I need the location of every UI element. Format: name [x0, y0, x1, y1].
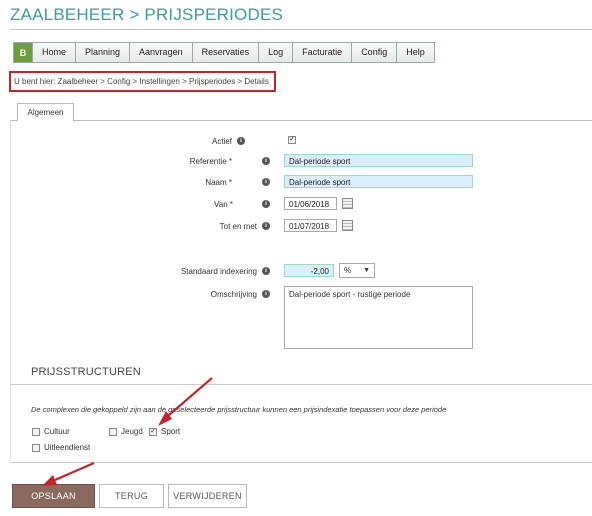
- page-title: ZAALBEHEER > PRIJSPERIODES: [10, 5, 284, 24]
- indexering-unit-select[interactable]: % ▼: [339, 263, 375, 278]
- panel-border: [10, 120, 11, 460]
- back-button[interactable]: TERUG: [99, 484, 164, 508]
- nav-item-aanvragen[interactable]: Aanvragen: [130, 43, 193, 62]
- info-icon[interactable]: i: [262, 157, 270, 165]
- cultuur-label: Cultuur: [44, 427, 70, 436]
- info-icon[interactable]: i: [237, 137, 245, 145]
- info-icon[interactable]: i: [262, 178, 270, 186]
- referentie-input[interactable]: Dal-periode sport: [284, 154, 473, 167]
- omschrijving-textarea[interactable]: Dal-periode sport - rustige periode: [284, 286, 473, 349]
- calendar-icon[interactable]: [342, 220, 353, 231]
- info-icon[interactable]: i: [262, 290, 270, 298]
- nav-item-log[interactable]: Log: [259, 43, 294, 62]
- uitleendienst-label: Uitleendienst: [44, 443, 91, 452]
- info-icon[interactable]: i: [262, 200, 270, 208]
- section-divider: [10, 384, 592, 385]
- info-icon[interactable]: i: [262, 222, 270, 230]
- nav-item-help[interactable]: Help: [397, 43, 434, 62]
- tot-date-input[interactable]: 01/07/2018: [284, 219, 337, 232]
- sport-label: Sport: [161, 427, 181, 436]
- tab-algemeen[interactable]: Algemeen: [17, 103, 74, 122]
- breadcrumb: U bent hier: Zaalbeheer > Config > Inste…: [9, 71, 276, 92]
- omschrijving-label: Omschrijving: [210, 290, 257, 299]
- referentie-label: Referentie *: [189, 157, 232, 166]
- actief-checkbox[interactable]: ✓: [288, 136, 296, 144]
- unit-value: %: [344, 266, 352, 275]
- calendar-icon[interactable]: [342, 198, 353, 209]
- jeugd-label: Jeugd: [121, 427, 143, 436]
- tab-bar: Algemeen: [10, 103, 592, 122]
- jeugd-checkbox[interactable]: [109, 428, 117, 436]
- section-title-prijsstructuren: PRIJSSTRUCTUREN: [31, 366, 141, 378]
- prijsstructuren-note: De complexen die gekoppeld zijn aan de g…: [31, 405, 447, 414]
- nav-item-facturatie[interactable]: Facturatie: [293, 43, 353, 62]
- main-nav: B Home Planning Aanvragen Reservaties Lo…: [13, 42, 435, 63]
- naam-input[interactable]: Dal-periode sport: [284, 175, 473, 188]
- indexering-label: Standaard indexering: [180, 267, 257, 276]
- nav-item-reservaties[interactable]: Reservaties: [192, 43, 260, 62]
- nav-item-config[interactable]: Config: [352, 43, 398, 62]
- info-icon[interactable]: i: [262, 267, 270, 275]
- delete-button[interactable]: VERWIJDEREN: [168, 484, 247, 508]
- naam-label: Naam *: [205, 178, 232, 187]
- uitleendienst-checkbox[interactable]: [32, 444, 40, 452]
- sport-checkbox[interactable]: ✓: [149, 428, 157, 436]
- title-divider: [10, 29, 592, 30]
- footer-divider: [10, 462, 592, 463]
- save-button[interactable]: OPSLAAN: [12, 484, 95, 508]
- indexering-input[interactable]: -2,00: [284, 264, 334, 277]
- van-label: Van *: [214, 200, 233, 209]
- van-date-input[interactable]: 01/06/2018: [284, 197, 337, 210]
- app-logo-icon[interactable]: B: [14, 43, 33, 62]
- tot-label: Tot en met: [219, 222, 257, 231]
- cultuur-checkbox[interactable]: [32, 428, 40, 436]
- nav-item-home[interactable]: Home: [33, 43, 77, 62]
- chevron-down-icon: ▼: [363, 267, 370, 274]
- actief-label: Actief: [211, 137, 232, 146]
- nav-item-planning[interactable]: Planning: [76, 43, 131, 62]
